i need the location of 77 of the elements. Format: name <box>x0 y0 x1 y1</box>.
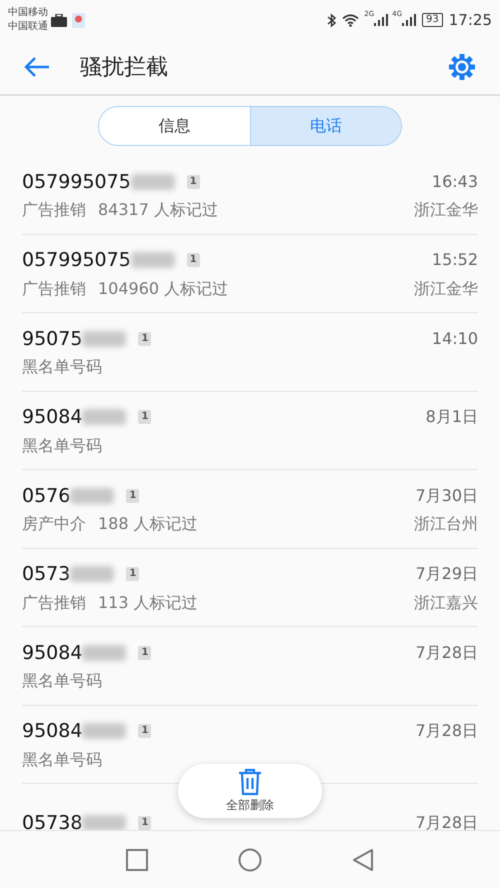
sim-badge: 1 <box>186 174 200 189</box>
call-time: 8月1日 <box>426 406 478 428</box>
phone-number: 057995075 <box>22 170 131 194</box>
phone-number: 95084 <box>22 640 82 666</box>
call-tag: 黑名单号码 <box>22 355 102 379</box>
page-title: 骚扰拦截 <box>80 54 168 82</box>
wifi-icon <box>342 14 360 26</box>
call-row[interactable]: 95084 1 8月1日 黑名单号码 <box>22 392 478 470</box>
recents-icon[interactable] <box>126 848 148 870</box>
call-row[interactable]: 95084 1 7月28日 黑名单号码 <box>22 627 478 706</box>
sim-badge: 1 <box>126 488 140 503</box>
back-icon[interactable] <box>352 848 374 872</box>
call-row[interactable]: 0573 1 7月29日 广告推销 113 人标记过 浙江嘉兴 <box>22 548 478 627</box>
blur-mask <box>82 409 126 426</box>
blur-mask <box>82 814 126 830</box>
sim-badge: 1 <box>138 724 152 738</box>
call-time: 15:52 <box>432 249 478 272</box>
blur-mask <box>130 252 175 268</box>
clock: 17:25 <box>448 10 492 31</box>
call-time: 14:10 <box>432 328 478 350</box>
blur-mask <box>82 330 126 347</box>
phone-number: 0576 <box>22 484 70 508</box>
carrier-name: 中国移动 <box>8 6 48 20</box>
call-tag: 广告推销 <box>22 590 86 614</box>
tab[interactable]: 信息 <box>99 107 250 145</box>
call-tag: 黑名单号码 <box>22 669 102 693</box>
phone-number: 05738 <box>22 810 82 830</box>
carrier-name: 中国联通 <box>8 20 48 34</box>
call-time: 7月28日 <box>415 642 478 664</box>
blur-mask <box>130 174 175 190</box>
phone-number: 0573 <box>22 562 70 587</box>
sim-badge: 1 <box>126 567 140 582</box>
call-row[interactable]: 95075 1 14:10 黑名单号码 <box>22 313 478 392</box>
settings-icon[interactable] <box>448 53 476 81</box>
sim-badge: 1 <box>186 253 200 268</box>
bluetooth-icon <box>327 12 336 28</box>
call-time: 7月28日 <box>415 720 478 742</box>
call-row[interactable]: 0576 1 7月30日 房产中介 188 人标记过 浙江台州 <box>22 470 478 548</box>
battery-indicator: 93 <box>422 13 443 27</box>
call-time: 7月29日 <box>415 563 478 586</box>
home-icon[interactable] <box>238 848 262 872</box>
mark-count: 188 人标记过 <box>98 513 198 535</box>
call-row[interactable]: 057995075 1 15:52 广告推销 104960 人标记过 浙江金华 <box>22 234 478 313</box>
briefcase-icon <box>51 14 67 26</box>
call-location: 浙江嘉兴 <box>414 592 478 614</box>
signal-icon <box>374 14 388 26</box>
phone-number: 95084 <box>22 405 82 430</box>
call-row[interactable]: 057995075 1 16:43 广告推销 84317 人标记过 浙江金华 <box>22 156 478 234</box>
sim-badge: 1 <box>138 646 152 660</box>
phone-number: 057995075 <box>22 248 131 273</box>
blur-mask <box>70 488 114 504</box>
sim-badge: 1 <box>138 410 152 424</box>
call-tag: 房产中介 <box>22 512 86 536</box>
mark-count: 104960 人标记过 <box>98 278 228 300</box>
sim-badge: 1 <box>138 816 152 830</box>
back-arrow-icon[interactable] <box>24 56 50 78</box>
delete-all-button[interactable]: 全部删除 <box>178 764 322 818</box>
mark-count: 113 人标记过 <box>98 592 198 614</box>
trash-icon <box>238 768 262 796</box>
call-tag: 广告推销 <box>22 276 86 300</box>
mark-count: 84317 人标记过 <box>98 199 218 221</box>
call-time: 7月28日 <box>415 812 478 830</box>
call-time: 7月30日 <box>415 484 478 507</box>
call-tag: 黑名单号码 <box>22 748 102 772</box>
sim-badge: 1 <box>138 332 152 346</box>
call-time: 16:43 <box>432 170 478 193</box>
phone-number: 95084 <box>22 719 82 744</box>
call-tag: 广告推销 <box>22 198 86 222</box>
blur-mask <box>70 566 114 582</box>
call-tag: 黑名单号码 <box>22 434 102 458</box>
call-location: 浙江金华 <box>414 278 478 300</box>
blur-mask <box>82 644 126 661</box>
call-location: 浙江金华 <box>414 199 478 221</box>
blur-mask <box>82 723 126 740</box>
phone-number: 95075 <box>22 326 82 352</box>
signal-icon <box>402 14 416 26</box>
call-location: 浙江台州 <box>414 513 478 535</box>
